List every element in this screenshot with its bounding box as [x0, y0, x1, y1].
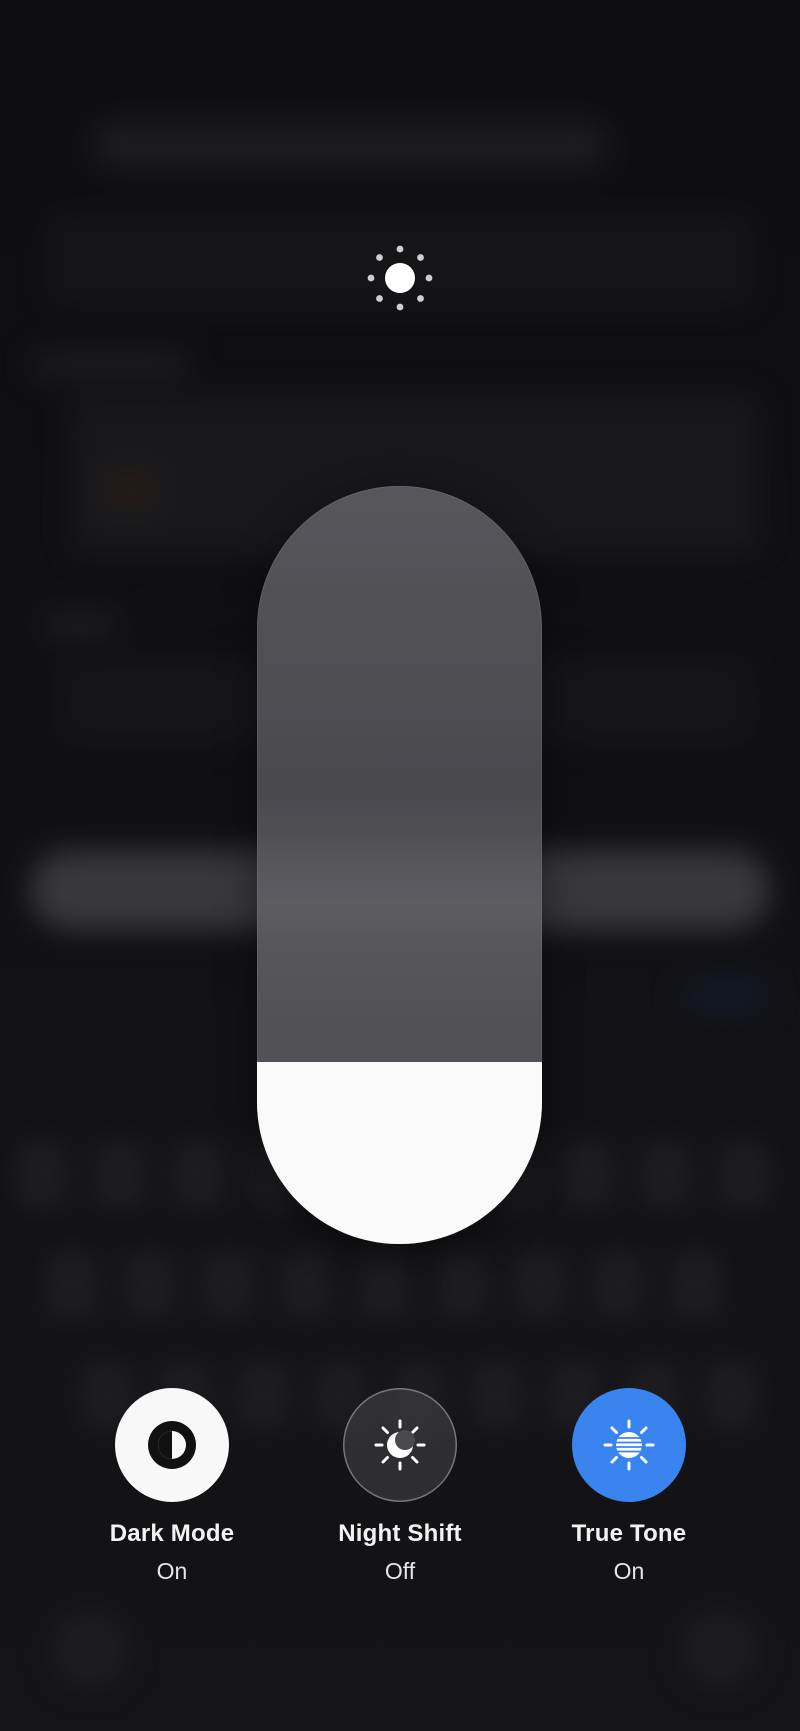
dark-mode-toggle[interactable]: Dark Mode On	[87, 1388, 257, 1585]
control-center-brightness-screen: Dark Mode On Night Shift Off True Tone O…	[0, 0, 800, 1731]
brightness-slider[interactable]	[257, 486, 542, 1244]
true-tone-label: True Tone	[571, 1520, 687, 1547]
dark-mode-state: On	[156, 1558, 188, 1584]
night-shift-icon	[374, 1419, 426, 1471]
night-shift-toggle[interactable]: Night Shift Off	[315, 1388, 485, 1585]
true-tone-state: On	[613, 1558, 645, 1584]
night-shift-button[interactable]	[343, 1388, 457, 1502]
brightness-icon	[367, 245, 433, 311]
night-shift-state: Off	[384, 1558, 416, 1584]
dark-mode-label: Dark Mode	[109, 1520, 235, 1547]
brightness-slider-fill	[257, 1062, 542, 1244]
true-tone-button[interactable]	[572, 1388, 686, 1502]
true-tone-icon	[603, 1419, 655, 1471]
true-tone-toggle[interactable]: True Tone On	[544, 1388, 714, 1585]
dark-mode-icon	[148, 1421, 196, 1469]
night-shift-label: Night Shift	[338, 1520, 462, 1547]
dark-mode-button[interactable]	[115, 1388, 229, 1502]
